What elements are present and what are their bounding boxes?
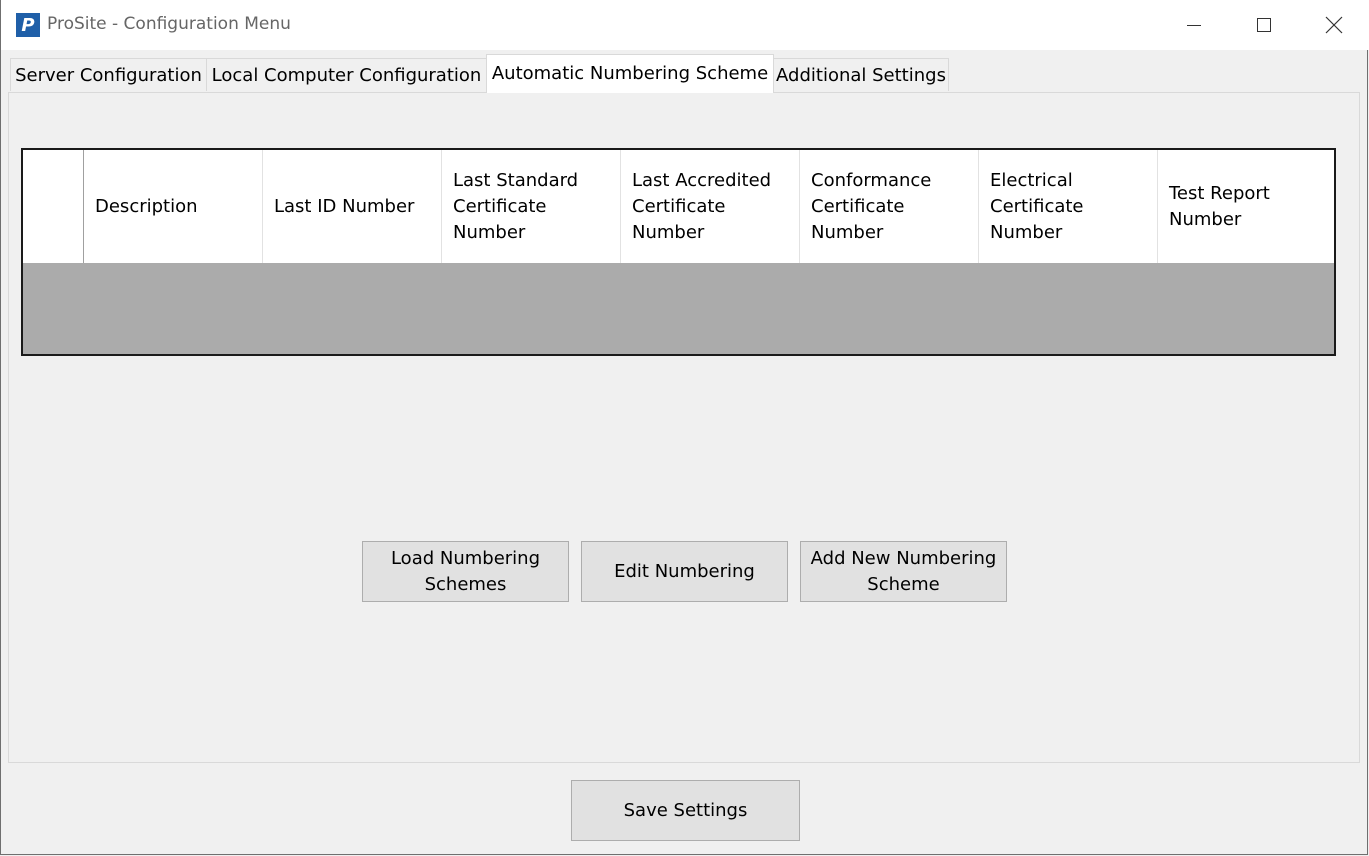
prosite-logo-icon: P [16, 13, 40, 37]
column-header-last-accredited-certificate-number[interactable]: Last Accredited Certificate Number [621, 150, 800, 263]
save-settings-button[interactable]: Save Settings [571, 780, 800, 841]
tab-automatic-numbering-scheme[interactable]: Automatic Numbering Scheme [486, 54, 774, 93]
title-bar: P ProSite - Configuration Menu [1, 0, 1369, 50]
close-icon [1325, 16, 1343, 34]
column-header-description[interactable]: Description [84, 150, 263, 263]
minimize-icon [1187, 25, 1201, 26]
tab-local-computer-configuration[interactable]: Local Computer Configuration [206, 58, 487, 91]
load-numbering-schemes-button[interactable]: Load Numbering Schemes [362, 541, 569, 602]
grid-row-header-column[interactable] [23, 150, 84, 263]
numbering-schemes-grid[interactable]: Description Last ID Number Last Standard… [21, 148, 1336, 356]
column-header-conformance-certificate-number[interactable]: Conformance Certificate Number [800, 150, 979, 263]
column-header-last-id-number[interactable]: Last ID Number [263, 150, 442, 263]
close-button[interactable] [1299, 0, 1369, 50]
window-title: ProSite - Configuration Menu [47, 14, 291, 34]
grid-header-row: Description Last ID Number Last Standard… [23, 150, 1334, 263]
column-header-test-report-number[interactable]: Test Report Number [1158, 150, 1334, 263]
configuration-window: P ProSite - Configuration Menu Server Co… [0, 0, 1369, 855]
minimize-button[interactable] [1159, 0, 1229, 50]
tab-additional-settings[interactable]: Additional Settings [773, 58, 949, 91]
column-header-last-standard-certificate-number[interactable]: Last Standard Certificate Number [442, 150, 621, 263]
add-new-numbering-scheme-button[interactable]: Add New Numbering Scheme [800, 541, 1007, 602]
maximize-icon [1257, 18, 1271, 32]
column-header-electrical-certificate-number[interactable]: Electrical Certificate Number [979, 150, 1158, 263]
edit-numbering-button[interactable]: Edit Numbering [581, 541, 788, 602]
tab-server-configuration[interactable]: Server Configuration [10, 58, 207, 91]
maximize-button[interactable] [1229, 0, 1299, 50]
tab-strip: Server Configuration Local Computer Conf… [1, 50, 1369, 94]
